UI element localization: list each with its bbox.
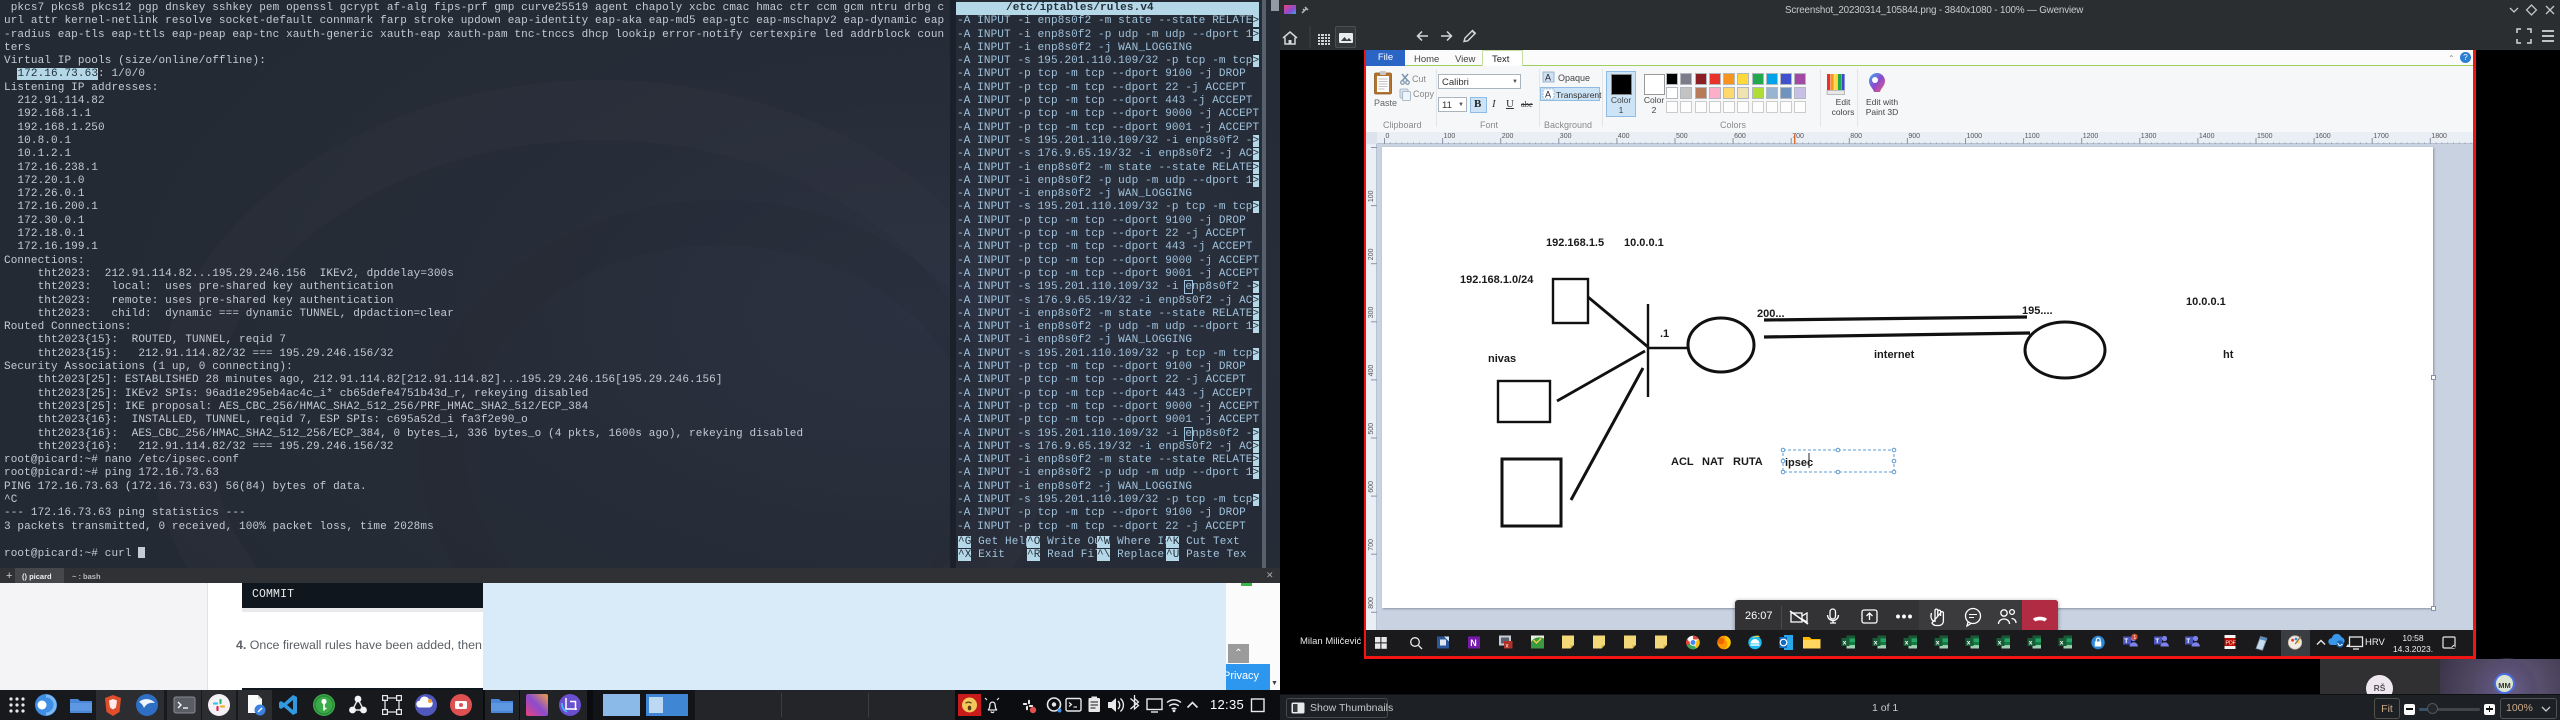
svg-text:A: A [1545, 90, 1551, 100]
svg-text:T: T [2186, 638, 2190, 645]
svg-text:200: 200 [1368, 248, 1375, 260]
svg-text:x: x [2060, 639, 2064, 646]
svg-text:PDF: PDF [2226, 640, 2236, 646]
svg-text:10.0.0.1: 10.0.0.1 [2186, 296, 2226, 308]
svg-text:x: x [1998, 639, 2002, 646]
svg-text:N: N [1470, 638, 1477, 648]
svg-text:192.168.1.0/24: 192.168.1.0/24 [1460, 274, 1534, 286]
svg-text:192.168.1.5: 192.168.1.5 [1546, 237, 1604, 249]
svg-text:500: 500 [1368, 423, 1375, 435]
svg-text:400: 400 [1368, 365, 1375, 377]
svg-text:T: T [2124, 638, 2128, 645]
svg-text:x: x [1843, 639, 1847, 646]
svg-text:100: 100 [1368, 190, 1375, 202]
svg-text:300: 300 [1368, 307, 1375, 319]
svg-text:T: T [2155, 638, 2159, 645]
svg-text:10.0.0.1: 10.0.0.1 [1624, 237, 1664, 249]
svg-text:x: x [1874, 639, 1878, 646]
svg-text:x: x [1936, 639, 1940, 646]
svg-text:600: 600 [1368, 481, 1375, 493]
svg-text:.1: .1 [1660, 328, 1669, 340]
svg-text:x: x [1967, 639, 1971, 646]
svg-text:200...: 200... [1757, 308, 1785, 320]
svg-text:x: x [1905, 639, 1909, 646]
svg-text:800: 800 [1368, 597, 1375, 609]
svg-text:internet: internet [1874, 349, 1915, 361]
svg-text:nivas: nivas [1488, 353, 1516, 365]
svg-text:1: 1 [2133, 635, 2136, 641]
svg-text:A: A [1545, 73, 1551, 83]
svg-text:NAT: NAT [1702, 456, 1724, 468]
svg-text:ACL: ACL [1671, 456, 1694, 468]
svg-text:x: x [1506, 644, 1509, 650]
svg-text:700: 700 [1368, 539, 1375, 551]
svg-text:RUTA: RUTA [1733, 456, 1763, 468]
svg-text:ht: ht [2223, 349, 2234, 361]
svg-text:195....: 195.... [2022, 305, 2053, 317]
svg-text:x: x [2029, 639, 2033, 646]
